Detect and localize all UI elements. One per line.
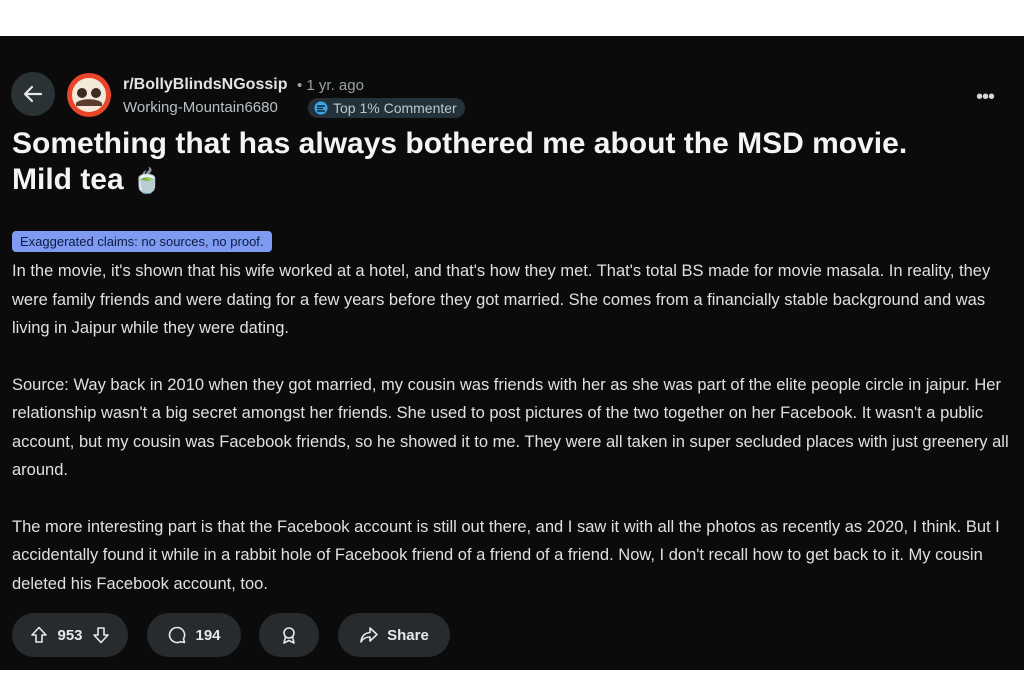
award-button[interactable] xyxy=(259,613,319,657)
share-button[interactable]: Share xyxy=(338,613,450,657)
post-paragraph: Source: Way back in 2010 when they got m… xyxy=(12,375,1009,480)
tea-emoji-icon: 🍵 xyxy=(132,168,162,195)
vote-control: 953 xyxy=(12,613,128,657)
author-flair-badge: Top 1% Commenter xyxy=(308,98,465,118)
post-title-line1: Something that has always bothered me ab… xyxy=(12,127,908,160)
comments-button[interactable]: 194 xyxy=(147,613,241,657)
post-timestamp: • 1 yr. ago xyxy=(297,77,364,94)
share-icon xyxy=(359,625,379,645)
more-options-icon: ••• xyxy=(976,86,995,108)
upvote-icon[interactable] xyxy=(29,625,49,645)
back-arrow-icon xyxy=(22,83,44,105)
post-flair-tag[interactable]: Exaggerated claims: no sources, no proof… xyxy=(12,231,272,252)
share-label: Share xyxy=(387,626,429,644)
post-body: In the movie, it's shown that his wife w… xyxy=(12,257,1012,626)
vote-count: 953 xyxy=(57,626,83,644)
top-commenter-icon xyxy=(314,101,328,115)
back-button[interactable] xyxy=(11,72,55,116)
author-name[interactable]: Working-Mountain6680 xyxy=(123,99,278,116)
award-icon xyxy=(279,625,299,645)
more-options-button[interactable]: ••• xyxy=(976,86,995,109)
subreddit-avatar[interactable] xyxy=(67,73,111,117)
post-title-line2: Mild tea xyxy=(12,163,124,196)
author-flair-label: Top 1% Commenter xyxy=(333,100,457,116)
comment-icon xyxy=(167,625,187,645)
subreddit-name[interactable]: r/BollyBlindsNGossip xyxy=(123,76,287,94)
post-paragraph: In the movie, it's shown that his wife w… xyxy=(12,262,991,337)
post-paragraph: The more interesting part is that the Fa… xyxy=(12,517,1000,593)
comment-count: 194 xyxy=(195,626,221,644)
downvote-icon[interactable] xyxy=(91,625,111,645)
post-title: Something that has always bothered me ab… xyxy=(12,126,1012,200)
